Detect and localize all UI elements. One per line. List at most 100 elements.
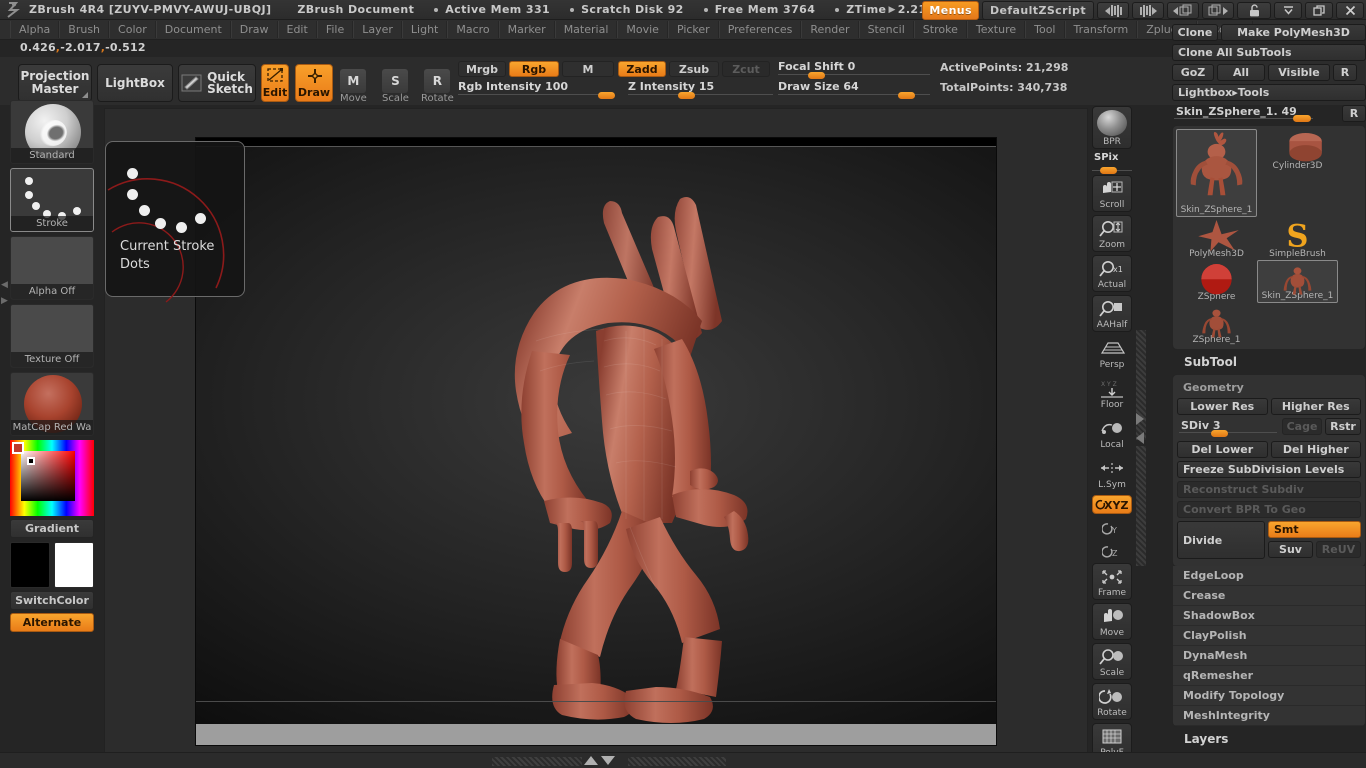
- local-button[interactable]: Local: [1092, 415, 1132, 452]
- make-polymesh3d-button[interactable]: Make PolyMesh3D: [1221, 24, 1366, 41]
- menu-item-brush[interactable]: Brush: [59, 21, 110, 38]
- tool-thumb-skin-zsphere-1[interactable]: Skin_ZSphere_1: [1176, 129, 1257, 217]
- lsym-button[interactable]: L.Sym: [1092, 455, 1132, 492]
- left-collapse-arrow[interactable]: ◀: [1, 280, 8, 290]
- menu-item-render[interactable]: Render: [801, 21, 859, 38]
- del-higher-button[interactable]: Del Higher: [1270, 441, 1361, 458]
- menu-item-transform[interactable]: Transform: [1064, 21, 1138, 38]
- minimize-icon[interactable]: [1274, 2, 1302, 19]
- menu-item-file[interactable]: File: [316, 21, 354, 38]
- next-palette-button[interactable]: [1202, 2, 1234, 19]
- goz-button[interactable]: GoZ: [1172, 64, 1214, 81]
- slider-knob[interactable]: [808, 72, 825, 79]
- slider-knob[interactable]: [678, 92, 695, 99]
- scroll-up-icon[interactable]: [584, 756, 598, 765]
- geometry-submenu-shadowbox[interactable]: ShadowBox: [1173, 606, 1365, 626]
- rotate-y-button[interactable]: Y: [1092, 517, 1132, 537]
- zsub-button[interactable]: Zsub: [669, 61, 719, 77]
- material-selector[interactable]: MatCap Red Wa: [10, 372, 94, 436]
- lightbox-button[interactable]: LightBox: [97, 64, 173, 102]
- horizontal-scrollbar-left[interactable]: [492, 757, 582, 766]
- actual-button[interactable]: x1 Actual: [1092, 255, 1132, 292]
- menu-item-preferences[interactable]: Preferences: [718, 21, 802, 38]
- left-expand-arrow[interactable]: ▶: [1, 296, 8, 306]
- draw-size-slider[interactable]: Draw Size 64: [778, 80, 930, 99]
- goz-r-button[interactable]: R: [1333, 64, 1357, 81]
- mrgb-button[interactable]: Mrgb: [458, 61, 506, 77]
- menu-item-macro[interactable]: Macro: [447, 21, 499, 38]
- nav-move-button[interactable]: Move: [1092, 603, 1132, 640]
- menu-item-picker[interactable]: Picker: [667, 21, 719, 38]
- nav-scale-button[interactable]: Scale: [1092, 643, 1132, 680]
- menu-item-material[interactable]: Material: [554, 21, 618, 38]
- lightbox-tools-button[interactable]: Lightbox▸Tools: [1172, 84, 1366, 101]
- all-button[interactable]: All: [1217, 64, 1265, 81]
- geometry-submenu-edgeloop[interactable]: EdgeLoop: [1173, 566, 1365, 586]
- del-lower-button[interactable]: Del Lower: [1177, 441, 1268, 458]
- cage-button[interactable]: Cage: [1282, 418, 1322, 435]
- draw-button[interactable]: Draw: [295, 64, 333, 102]
- freeze-subdivision-levels-button[interactable]: Freeze SubDivision Levels: [1177, 461, 1361, 478]
- zscript-next-button[interactable]: [1132, 2, 1164, 19]
- smt-button[interactable]: Smt: [1268, 521, 1361, 538]
- scale-button[interactable]: S Scale: [378, 69, 409, 104]
- visible-button[interactable]: Visible: [1268, 64, 1330, 81]
- reconstruct-subdiv-button[interactable]: Reconstruct Subdiv: [1177, 481, 1361, 498]
- horizontal-scrollbar-right[interactable]: [628, 757, 726, 766]
- nav-arrow-left-icon[interactable]: [1136, 432, 1144, 444]
- geometry-submenu-modify-topology[interactable]: Modify Topology: [1173, 686, 1365, 706]
- geometry-submenu-crease[interactable]: Crease: [1173, 586, 1365, 606]
- menu-item-document[interactable]: Document: [155, 21, 231, 38]
- rgb-button[interactable]: Rgb: [509, 61, 559, 77]
- close-icon[interactable]: [1336, 2, 1364, 19]
- z-intensity-slider[interactable]: Z Intensity 15: [628, 80, 773, 99]
- m-button[interactable]: M: [562, 61, 614, 77]
- higher-res-button[interactable]: Higher Res: [1270, 398, 1361, 415]
- alternate-button[interactable]: Alternate: [10, 613, 94, 632]
- menus-button[interactable]: Menus: [922, 1, 979, 20]
- tool-thumb-simplebrush[interactable]: S SimpleBrush: [1257, 217, 1338, 260]
- scroll-down-icon[interactable]: [601, 756, 615, 765]
- quick-sketch-button[interactable]: Quick Sketch: [178, 64, 256, 102]
- tool-thumb-zsphere[interactable]: ZSphere: [1176, 260, 1257, 303]
- menu-item-edit[interactable]: Edit: [277, 21, 317, 38]
- geometry-submenu-dynamesh[interactable]: DynaMesh: [1173, 646, 1365, 666]
- stroke-selector[interactable]: Stroke: [10, 168, 94, 232]
- persp-button[interactable]: Persp: [1092, 335, 1132, 372]
- menu-item-stroke[interactable]: Stroke: [913, 21, 967, 38]
- lock-icon[interactable]: [1237, 2, 1271, 19]
- nav-arrow-right-icon[interactable]: [1136, 413, 1144, 425]
- reuv-button[interactable]: ReUV: [1316, 541, 1361, 558]
- scroll-button[interactable]: Scroll: [1092, 175, 1132, 212]
- current-tool-slider[interactable]: Skin_ZSphere_1. 49: [1172, 104, 1339, 122]
- tool-thumb-polymesh3d[interactable]: PolyMesh3D: [1176, 217, 1257, 260]
- canvas-area[interactable]: Current Stroke Dots: [104, 108, 1088, 753]
- projection-master-button[interactable]: Projection Master: [18, 64, 92, 102]
- menu-item-tool[interactable]: Tool: [1025, 21, 1065, 38]
- move-button[interactable]: M Move: [336, 69, 367, 104]
- sculpt-model[interactable]: [476, 171, 796, 736]
- zscript-button[interactable]: DefaultZScript: [981, 1, 1094, 20]
- sdiv-slider[interactable]: SDiv 3: [1177, 418, 1279, 437]
- rgb-intensity-slider[interactable]: Rgb Intensity 100: [458, 80, 615, 99]
- geometry-submenu-claypolish[interactable]: ClayPolish: [1173, 626, 1365, 646]
- color-picker[interactable]: Gradient SwitchColor Alternate: [10, 440, 94, 632]
- zoom-button[interactable]: Zoom: [1092, 215, 1132, 252]
- primary-color-swatch[interactable]: [10, 542, 50, 588]
- slider-knob[interactable]: [598, 92, 615, 99]
- slider-knob[interactable]: [898, 92, 915, 99]
- alpha-selector[interactable]: Alpha Off: [10, 236, 94, 300]
- zcut-button[interactable]: Zcut: [722, 61, 770, 77]
- slider-knob[interactable]: [1211, 430, 1228, 437]
- menu-item-texture[interactable]: Texture: [966, 21, 1026, 38]
- geometry-submenu-qremesher[interactable]: qRemesher: [1173, 666, 1365, 686]
- convert-bpr-to-geo-button[interactable]: Convert BPR To Geo: [1177, 501, 1361, 518]
- xyz-button[interactable]: XYZ: [1092, 495, 1132, 514]
- geometry-submenu-meshintegrity[interactable]: MeshIntegrity: [1173, 706, 1365, 726]
- menu-item-stencil[interactable]: Stencil: [858, 21, 914, 38]
- tool-thumb-zsphere-1[interactable]: ZSphere_1: [1176, 303, 1257, 346]
- menu-item-alpha[interactable]: Alpha: [10, 21, 60, 38]
- clone-all-subtools-button[interactable]: Clone All SubTools: [1172, 44, 1366, 61]
- menu-item-layer[interactable]: Layer: [353, 21, 402, 38]
- secondary-color-swatch[interactable]: [54, 542, 94, 588]
